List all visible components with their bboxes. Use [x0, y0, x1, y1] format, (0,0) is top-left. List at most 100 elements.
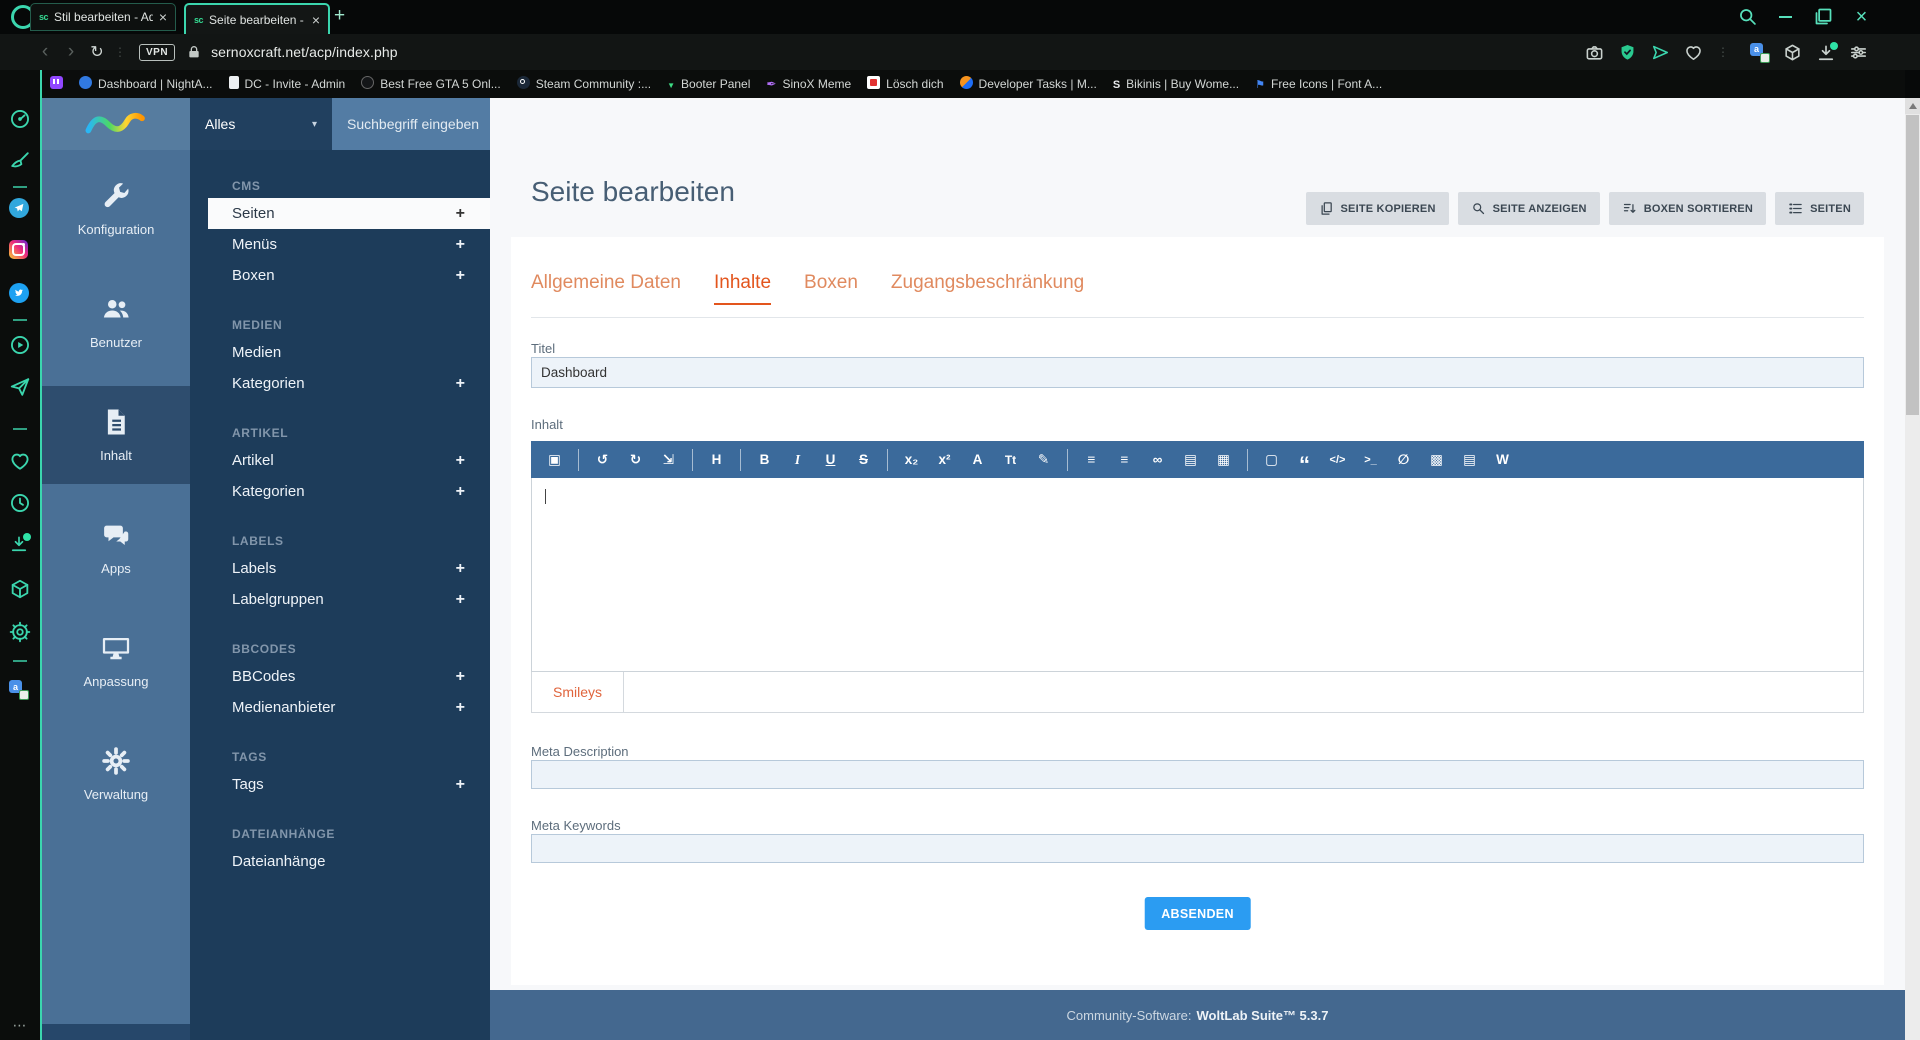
undo-icon[interactable]: ↺	[586, 447, 619, 473]
nav-item-bbcodes[interactable]: BBCodes +	[190, 661, 490, 692]
back-icon[interactable]: ‹	[32, 41, 58, 63]
camera-icon[interactable]	[1585, 43, 1604, 62]
redo-icon[interactable]: ↻	[619, 447, 652, 473]
messenger-icon[interactable]	[9, 376, 31, 398]
close-icon[interactable]: ×	[1851, 6, 1872, 27]
browser-scrollbar[interactable]	[1905, 98, 1920, 1040]
nav-item-seiten[interactable]: Seiten +	[208, 198, 490, 229]
table-icon[interactable]: ▦	[1207, 447, 1240, 473]
telegram-icon[interactable]	[9, 198, 31, 220]
nav-item-labelgruppen[interactable]: Labelgruppen +	[190, 584, 490, 615]
bookmark-item[interactable]: Dashboard | NightA...	[79, 76, 213, 92]
bookmark-item[interactable]: DC - Invite - Admin	[228, 76, 345, 92]
add-icon[interactable]: +	[456, 205, 465, 223]
nav-item-menüs[interactable]: Menüs +	[190, 229, 490, 260]
scrollbar-up-arrow[interactable]	[1905, 98, 1920, 114]
font-color-icon[interactable]: A	[961, 447, 994, 473]
sidebar-item-verwaltung[interactable]: Verwaltung	[42, 725, 190, 823]
bookmark-item[interactable]: ✒ SinoX Meme	[766, 77, 851, 91]
bookmark-item[interactable]: Developer Tasks | M...	[959, 76, 1097, 92]
add-icon[interactable]: +	[456, 267, 465, 285]
broom-icon[interactable]	[9, 150, 31, 172]
lock-icon[interactable]	[186, 44, 202, 60]
bookmark-item[interactable]: ⚑ Free Icons | Font A...	[1255, 77, 1382, 91]
heart-icon[interactable]	[1684, 43, 1703, 62]
bookmark-item[interactable]: Best Free GTA 5 Onl...	[361, 76, 501, 92]
new-tab-button[interactable]: +	[334, 5, 345, 27]
quote-icon[interactable]: “	[1288, 447, 1321, 475]
strikethrough-icon[interactable]: S	[847, 447, 880, 473]
superscript-icon[interactable]: x²	[928, 447, 961, 473]
tab-allgemeine-daten[interactable]: Allgemeine Daten	[531, 272, 681, 305]
action-button-seite-kopieren[interactable]: SEITE KOPIEREN	[1305, 192, 1449, 225]
media-icon[interactable]: ▣	[538, 447, 571, 473]
sidebar-item-benutzer[interactable]: Benutzer	[42, 273, 190, 371]
translate-icon[interactable]: a	[9, 680, 31, 702]
font-size-icon[interactable]: Tt	[994, 447, 1027, 473]
underline-icon[interactable]: U	[814, 447, 847, 473]
settings-gear-icon[interactable]	[9, 621, 31, 643]
dots-separator-icon[interactable]: ⋮	[1717, 43, 1736, 62]
action-button-boxen-sortieren[interactable]: BOXEN SORTIEREN	[1608, 192, 1767, 225]
action-button-seite-anzeigen[interactable]: SEITE ANZEIGEN	[1457, 192, 1600, 225]
forward-icon[interactable]: ›	[58, 41, 84, 63]
meta-keywords-input[interactable]	[531, 834, 1864, 863]
image-icon[interactable]: ▤	[1174, 447, 1207, 473]
close-tab-icon[interactable]: ×	[312, 12, 320, 28]
add-icon[interactable]: +	[456, 452, 465, 470]
sidebar-overflow-button[interactable]: ⋯	[0, 1017, 40, 1034]
submit-button[interactable]: ABSENDEN	[1144, 897, 1251, 930]
bookmark-item[interactable]	[50, 76, 63, 92]
extensions-cube-icon[interactable]	[1783, 43, 1802, 62]
tab-boxen[interactable]: Boxen	[804, 272, 858, 305]
nav-item-dateianhänge[interactable]: Dateianhänge	[190, 846, 490, 877]
sidebar-item-apps[interactable]: Apps	[42, 499, 190, 597]
bookmark-item[interactable]: S Bikinis | Buy Wome...	[1113, 77, 1239, 91]
html-icon[interactable]: ▤	[1453, 447, 1486, 473]
nav-item-labels[interactable]: Labels +	[190, 553, 490, 584]
spoiler-icon[interactable]: ∅	[1387, 447, 1420, 473]
history-clock-icon[interactable]	[9, 492, 31, 514]
reload-icon[interactable]: ↻	[84, 42, 110, 62]
shield-check-icon[interactable]	[1618, 43, 1637, 62]
bold-icon[interactable]: B	[748, 447, 781, 473]
add-icon[interactable]: +	[456, 699, 465, 717]
add-icon[interactable]: +	[456, 591, 465, 609]
nav-item-medienanbieter[interactable]: Medienanbieter +	[190, 692, 490, 723]
send-icon[interactable]	[1651, 43, 1670, 62]
fullscreen-icon[interactable]: ⇲	[652, 447, 685, 473]
add-icon[interactable]: +	[456, 375, 465, 393]
add-icon[interactable]: +	[456, 668, 465, 686]
page-icon[interactable]: ▢	[1255, 447, 1288, 473]
add-icon[interactable]: +	[456, 483, 465, 501]
downloads-icon[interactable]	[9, 533, 31, 556]
nav-item-artikel[interactable]: Artikel +	[190, 445, 490, 476]
browser-tab[interactable]: sc Stil bearbeiten - Administra ×	[30, 3, 176, 31]
word-paste-icon[interactable]: W	[1486, 447, 1519, 473]
bookmark-item[interactable]: ▼ Booter Panel	[667, 77, 750, 91]
sidebar-item-inhalt[interactable]: Inhalt	[42, 386, 190, 484]
tab-inhalte[interactable]: Inhalte	[713, 272, 772, 305]
vpn-badge[interactable]: VPN	[139, 43, 176, 61]
woltlab-logo[interactable]	[42, 98, 190, 150]
sidebar-item-anpassung[interactable]: Anpassung	[42, 612, 190, 710]
meta-description-input[interactable]	[531, 760, 1864, 789]
nav-item-tags[interactable]: Tags +	[190, 769, 490, 800]
code-icon[interactable]: </>	[1321, 447, 1354, 473]
settings-sliders-icon[interactable]	[1849, 43, 1868, 62]
inline-code-icon[interactable]: >_	[1354, 447, 1387, 473]
close-tab-icon[interactable]: ×	[159, 9, 167, 25]
browser-tab[interactable]: sc Seite bearbeiten - Administ ×	[184, 3, 330, 34]
bookmark-item[interactable]: Lösch dich	[867, 76, 944, 92]
url-text[interactable]: sernoxcraft.net/acp/index.php	[211, 44, 398, 60]
search-icon[interactable]	[1737, 6, 1758, 27]
scope-dropdown[interactable]: Alles ▾	[190, 98, 332, 150]
titel-input[interactable]	[531, 357, 1864, 388]
translate-icon[interactable]: a	[1750, 42, 1770, 63]
minimize-icon[interactable]	[1775, 6, 1796, 27]
bookmark-item[interactable]: Steam Community :...	[516, 76, 651, 92]
maximize-icon[interactable]	[1813, 6, 1834, 27]
tab-smileys[interactable]: Smileys	[532, 672, 624, 712]
add-icon[interactable]: +	[456, 236, 465, 254]
list-icon[interactable]: ≡	[1075, 447, 1108, 473]
